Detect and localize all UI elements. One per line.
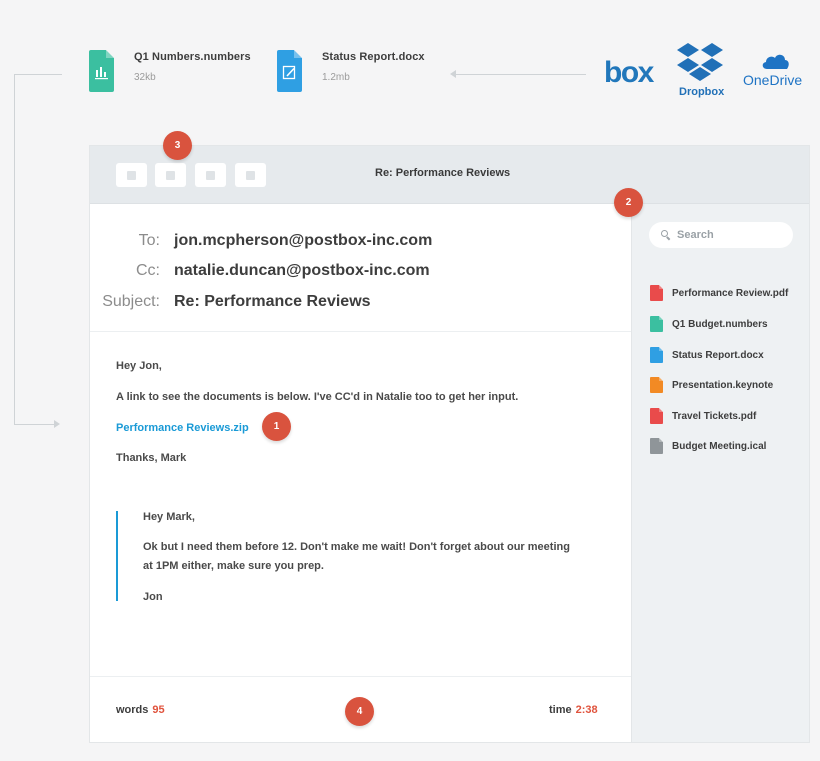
cc-field[interactable]: natalie.duncan@postbox-inc.com	[174, 262, 430, 280]
attachment-size: 1.2mb	[322, 72, 350, 83]
body-greeting: Hey Jon,	[116, 360, 162, 372]
body-line: A link to see the documents is below. I'…	[116, 391, 519, 403]
quote-greeting: Hey Mark,	[143, 511, 195, 523]
time-value: 2:38	[575, 704, 598, 716]
callout-badge-3: 3	[163, 131, 192, 160]
numbers-file-icon	[89, 50, 114, 92]
to-field[interactable]: jon.mcpherson@postbox-inc.com	[174, 232, 432, 250]
file-sidebar: Search Performance Review.pdf Q1 Budget.…	[631, 204, 809, 742]
numbers-file-icon	[650, 316, 663, 332]
docx-file-icon	[650, 347, 663, 363]
word-count: words 95	[116, 704, 165, 716]
attachment-name: Status Report.docx	[322, 51, 425, 63]
body-signoff: Thanks, Mark	[116, 452, 187, 464]
toolbar-button-1[interactable]	[116, 163, 147, 187]
sidebar-file-name: Presentation.keynote	[672, 379, 774, 391]
dropbox-logo-text[interactable]: Dropbox	[679, 86, 724, 99]
search-input[interactable]: Search	[649, 222, 793, 248]
attachment-q1-numbers[interactable]: Q1 Numbers.numbers 32kb	[89, 50, 251, 92]
attachment-link[interactable]: Performance Reviews.zip	[116, 421, 249, 435]
to-label: To:	[138, 232, 160, 249]
box-logo[interactable]: box	[604, 56, 654, 90]
time-label: time	[549, 704, 572, 716]
sidebar-file-performance-review[interactable]: Performance Review.pdf	[650, 285, 788, 301]
onedrive-cloud-icon	[762, 54, 789, 69]
quote-signoff: Jon	[143, 591, 163, 603]
sidebar-file-name: Travel Tickets.pdf	[672, 410, 757, 422]
subject-label: Subject:	[102, 293, 160, 310]
callout-badge-4: 4	[345, 697, 374, 726]
sidebar-file-travel-tickets[interactable]: Travel Tickets.pdf	[650, 408, 756, 424]
docx-file-icon	[277, 50, 302, 92]
attachment-size: 32kb	[134, 72, 156, 83]
sidebar-file-presentation[interactable]: Presentation.keynote	[650, 377, 773, 393]
header-divider	[90, 331, 631, 332]
sidebar-file-name: Budget Meeting.ical	[672, 440, 767, 452]
connector-line-top-left	[14, 74, 62, 75]
quote-bar	[116, 511, 118, 601]
keynote-file-icon	[650, 377, 663, 393]
quote-line: at 1PM either, make sure you prep.	[143, 560, 324, 572]
attachment-name: Q1 Numbers.numbers	[134, 51, 251, 63]
search-icon	[661, 230, 671, 241]
connector-line-cloud	[456, 74, 586, 75]
pdf-file-icon	[650, 408, 663, 424]
arrow-right-icon	[54, 420, 60, 428]
pdf-file-icon	[650, 285, 663, 301]
sidebar-file-budget-meeting[interactable]: Budget Meeting.ical	[650, 438, 766, 454]
cc-label: Cc:	[136, 262, 160, 279]
sidebar-file-q1-budget[interactable]: Q1 Budget.numbers	[650, 316, 768, 332]
search-placeholder: Search	[677, 229, 714, 241]
toolbar-button-3[interactable]	[195, 163, 226, 187]
toolbar-button-2[interactable]	[155, 163, 186, 187]
word-count-value: 95	[152, 704, 165, 716]
connector-line-bottom-left	[14, 424, 58, 425]
word-count-label: words	[116, 704, 149, 716]
subject-field[interactable]: Re: Performance Reviews	[174, 293, 371, 311]
arrow-left-icon	[450, 70, 456, 78]
toolbar-button-4[interactable]	[235, 163, 266, 187]
sidebar-file-name: Status Report.docx	[672, 349, 764, 361]
sidebar-file-status-report[interactable]: Status Report.docx	[650, 347, 764, 363]
footer-divider	[90, 676, 631, 677]
sidebar-file-name: Q1 Budget.numbers	[672, 318, 768, 330]
email-window: Re: Performance Reviews To: jon.mcpherso…	[89, 145, 810, 743]
attachment-status-report[interactable]: Status Report.docx 1.2mb	[277, 50, 425, 92]
time-display: time 2:38	[549, 704, 598, 716]
callout-badge-1: 1	[262, 412, 291, 441]
ical-file-icon	[650, 438, 663, 454]
quote-line: Ok but I need them before 12. Don't make…	[143, 541, 570, 553]
window-title: Re: Performance Reviews	[375, 167, 511, 179]
sidebar-file-name: Performance Review.pdf	[672, 287, 789, 299]
window-titlebar: Re: Performance Reviews	[90, 146, 809, 204]
dropbox-logo-icon[interactable]	[677, 42, 723, 84]
connector-line-left-vertical	[14, 74, 15, 424]
callout-badge-2: 2	[614, 188, 643, 217]
onedrive-logo-text[interactable]: OneDrive	[743, 72, 802, 89]
